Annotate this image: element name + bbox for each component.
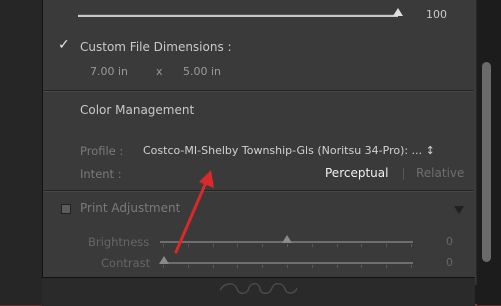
annotation-arrow <box>174 170 214 254</box>
